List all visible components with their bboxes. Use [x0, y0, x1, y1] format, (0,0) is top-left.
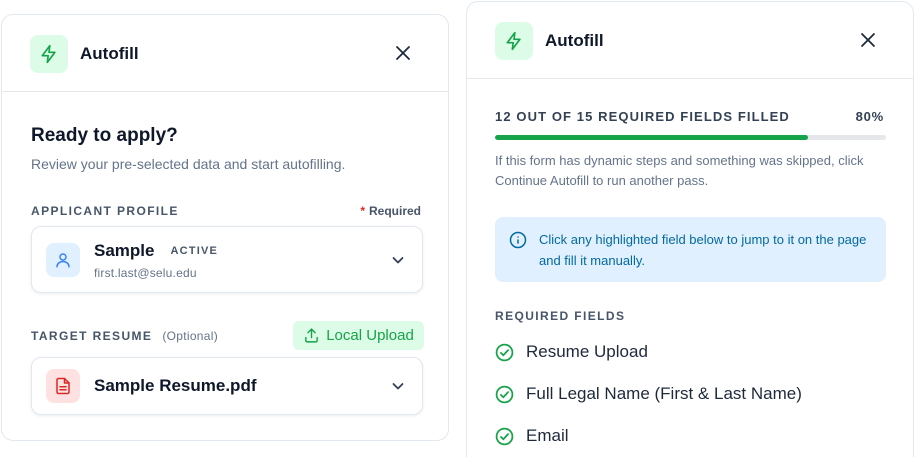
- check-circle-icon: [495, 343, 514, 361]
- required-field-label: Full Legal Name (First & Last Name): [526, 384, 802, 403]
- lightning-bolt-icon: [495, 22, 533, 60]
- progress-bar: [495, 135, 886, 140]
- help-text: If this form has dynamic steps and somet…: [495, 153, 864, 188]
- required-field-item[interactable]: Resume Upload: [495, 340, 648, 364]
- optional-label: (Optional): [162, 329, 219, 343]
- user-icon: [46, 242, 80, 277]
- check-circle-icon: [495, 385, 514, 403]
- target-resume-label: TARGET RESUME (Optional): [31, 329, 218, 343]
- autofill-panel-review: Autofill Ready to apply? Review your pre…: [1, 14, 449, 441]
- progress-percent: 80%: [855, 109, 884, 124]
- resume-file-name: Sample Resume.pdf: [94, 376, 257, 395]
- required-field-item[interactable]: Full Legal Name (First & Last Name): [495, 382, 802, 406]
- required-field-label: Resume Upload: [526, 342, 648, 361]
- required-fields-heading: REQUIRED FIELDS: [495, 309, 626, 323]
- close-icon[interactable]: [393, 43, 413, 63]
- progress-bar-fill: [495, 135, 808, 140]
- progress-label: 12 OUT OF 15 REQUIRED FIELDS FILLED: [495, 109, 790, 124]
- pdf-file-icon: [46, 369, 80, 403]
- info-icon: [509, 231, 527, 249]
- autofill-panel-progress: Autofill 12 OUT OF 15 REQUIRED FIELDS FI…: [466, 1, 914, 457]
- info-text: Click any highlighted field below to jum…: [539, 232, 867, 268]
- profile-name: Sample: [94, 241, 155, 260]
- close-icon[interactable]: [858, 30, 878, 50]
- upload-icon: [303, 327, 320, 344]
- required-star: *: [360, 204, 365, 218]
- target-resume-label-text: TARGET RESUME: [31, 329, 153, 343]
- panel-header: Autofill: [467, 2, 913, 79]
- required-field-item[interactable]: Email: [495, 424, 569, 448]
- status-badge: ACTIVE: [170, 245, 219, 257]
- chevron-down-icon: [390, 378, 406, 394]
- lightning-bolt-icon: [30, 35, 68, 73]
- local-upload-label: Local Upload: [326, 327, 414, 344]
- chevron-down-icon: [390, 252, 406, 268]
- panel-title: Autofill: [545, 31, 604, 50]
- applicant-profile-label: APPLICANT PROFILE: [31, 204, 179, 218]
- applicant-profile-select[interactable]: Sample ACTIVE first.last@selu.edu: [31, 226, 423, 293]
- check-circle-icon: [495, 427, 514, 445]
- panel-title: Autofill: [80, 44, 139, 63]
- info-callout: Click any highlighted field below to jum…: [495, 217, 886, 282]
- page-subtitle: Review your pre-selected data and start …: [31, 156, 346, 172]
- required-field-label: Email: [526, 426, 569, 445]
- required-label: Required: [368, 204, 421, 218]
- panel-header: Autofill: [2, 15, 448, 92]
- target-resume-select[interactable]: Sample Resume.pdf: [31, 357, 423, 415]
- page-title: Ready to apply?: [31, 125, 178, 146]
- required-indicator: * Required: [360, 204, 421, 218]
- profile-email: first.last@selu.edu: [94, 266, 197, 280]
- local-upload-button[interactable]: Local Upload: [293, 321, 424, 350]
